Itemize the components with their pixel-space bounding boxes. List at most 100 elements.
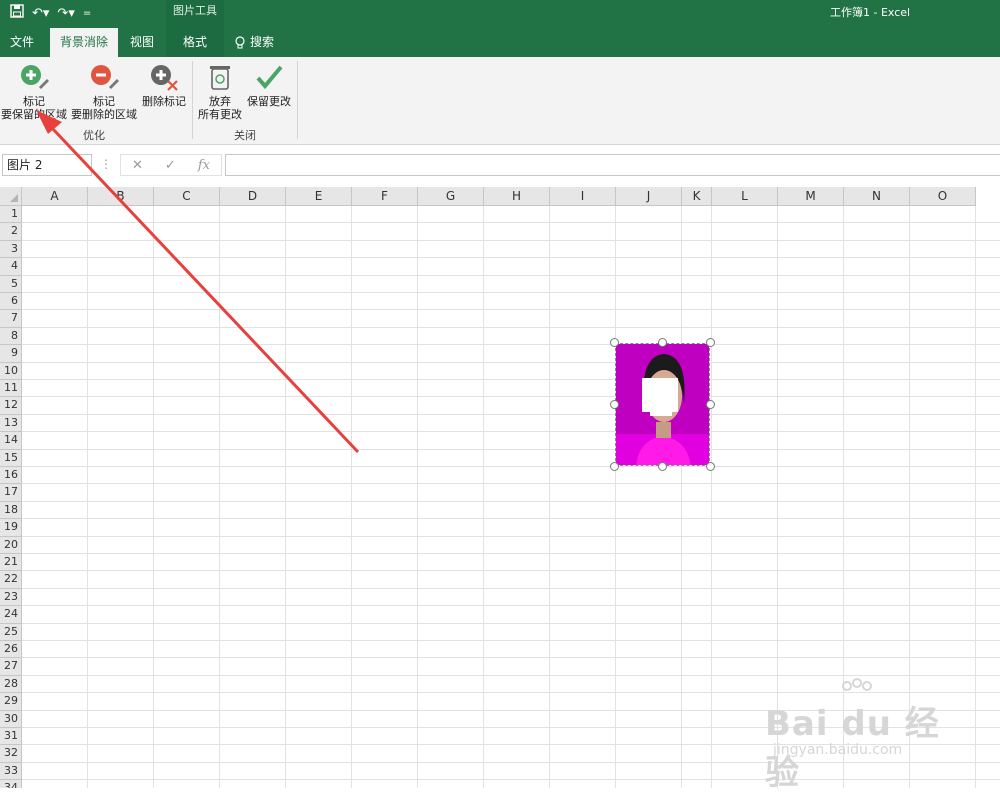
gridline — [22, 587, 1000, 589]
column-header[interactable]: F — [352, 187, 418, 206]
row-header[interactable]: 31 — [0, 728, 22, 746]
row-header[interactable]: 19 — [0, 519, 22, 537]
formula-input[interactable] — [225, 154, 1000, 176]
row-header[interactable]: 2 — [0, 223, 22, 241]
mark-keep-line2: 要保留的区域 — [1, 108, 67, 121]
resize-handle[interactable] — [706, 462, 715, 471]
row-header[interactable]: 16 — [0, 467, 22, 485]
column-header[interactable]: M — [778, 187, 844, 206]
keep-changes-button[interactable]: 保留更改 — [244, 61, 294, 108]
resize-handle[interactable] — [658, 338, 667, 347]
resize-handle[interactable] — [610, 462, 619, 471]
mark-remove-line1: 标记 — [93, 95, 115, 108]
column-header[interactable]: E — [286, 187, 352, 206]
row-header[interactable]: 4 — [0, 258, 22, 276]
enter-icon[interactable]: ✓ — [165, 158, 176, 173]
gridline — [22, 640, 1000, 641]
gridline — [22, 483, 1000, 485]
row-header[interactable]: 9 — [0, 345, 22, 363]
ribbon-tabs: 文件 背景消除 视图 格式 搜索 — [0, 28, 1000, 57]
gridline — [22, 674, 1000, 676]
gridline — [22, 622, 1000, 624]
gridline — [22, 361, 1000, 363]
tab-view[interactable]: 视图 — [120, 28, 164, 57]
selected-picture[interactable] — [615, 343, 710, 466]
row-header[interactable]: 11 — [0, 380, 22, 398]
row-header[interactable]: 29 — [0, 693, 22, 711]
row-header[interactable]: 32 — [0, 745, 22, 763]
resize-handle[interactable] — [706, 400, 715, 409]
row-header[interactable]: 20 — [0, 536, 22, 554]
row-header[interactable]: 6 — [0, 293, 22, 311]
column-header[interactable]: K — [682, 187, 712, 206]
gridline — [22, 274, 1000, 276]
row-header[interactable]: 17 — [0, 484, 22, 502]
column-header[interactable]: D — [220, 187, 286, 206]
column-header[interactable]: C — [154, 187, 220, 206]
row-header[interactable]: 13 — [0, 414, 22, 433]
customize-qat-icon[interactable]: = — [83, 5, 91, 23]
row-header[interactable]: 1 — [0, 206, 22, 224]
gridline — [22, 257, 1000, 259]
row-header[interactable]: 8 — [0, 327, 22, 346]
tell-me-search[interactable]: 搜索 — [234, 28, 274, 57]
row-header[interactable]: 12 — [0, 397, 22, 415]
column-header[interactable]: H — [484, 187, 550, 206]
redo-icon[interactable]: ↷▾ — [57, 5, 74, 23]
row-header[interactable]: 23 — [0, 588, 22, 607]
row-header[interactable]: 30 — [0, 710, 22, 728]
row-header[interactable]: 24 — [0, 606, 22, 624]
resize-handle[interactable] — [658, 462, 667, 471]
insert-function-icon[interactable]: fx — [198, 158, 210, 173]
gridline — [22, 326, 1000, 328]
gridline — [285, 206, 286, 788]
row-header[interactable]: 21 — [0, 554, 22, 572]
column-header[interactable]: J — [616, 187, 682, 206]
row-header[interactable]: 14 — [0, 432, 22, 450]
name-box[interactable]: 图片 2 — [2, 154, 92, 176]
row-header[interactable]: 18 — [0, 501, 22, 520]
undo-icon[interactable]: ↶▾ — [32, 5, 49, 23]
tab-file[interactable]: 文件 — [0, 28, 44, 57]
resize-handle[interactable] — [706, 338, 715, 347]
cancel-icon[interactable]: ✕ — [132, 158, 143, 173]
mark-areas-to-keep-button[interactable]: 标记 要保留的区域 — [0, 61, 68, 121]
select-all-corner[interactable] — [0, 187, 22, 206]
row-header[interactable]: 27 — [0, 658, 22, 676]
column-header[interactable]: O — [910, 187, 976, 206]
resize-handle[interactable] — [610, 400, 619, 409]
discard-all-changes-button[interactable]: 放弃 所有更改 — [196, 61, 244, 121]
plus-pencil-icon — [21, 65, 49, 89]
gridline — [22, 500, 1000, 502]
column-header[interactable]: A — [22, 187, 88, 206]
gridline — [483, 206, 484, 788]
row-header[interactable]: 3 — [0, 240, 22, 259]
tab-format[interactable]: 格式 — [166, 28, 224, 57]
delete-mark-button[interactable]: 删除标记 — [140, 61, 188, 108]
column-header[interactable]: L — [712, 187, 778, 206]
row-header[interactable]: 7 — [0, 310, 22, 328]
row-header[interactable]: 28 — [0, 675, 22, 694]
row-header[interactable]: 10 — [0, 362, 22, 380]
gridline — [219, 206, 220, 788]
save-icon[interactable] — [10, 4, 24, 24]
row-header[interactable]: 34 — [0, 780, 22, 788]
gridline — [351, 206, 352, 788]
gridline — [87, 206, 88, 788]
row-header[interactable]: 33 — [0, 762, 22, 781]
column-header[interactable]: G — [418, 187, 484, 206]
tab-background-removal[interactable]: 背景消除 — [50, 28, 118, 57]
column-header[interactable]: I — [550, 187, 616, 206]
formula-bar-grip[interactable]: ⋮ — [100, 157, 112, 171]
row-header[interactable]: 22 — [0, 571, 22, 589]
baidu-watermark: Bai du 经验 jingyan.baidu.com — [765, 678, 965, 793]
row-header[interactable]: 26 — [0, 641, 22, 659]
row-header[interactable]: 5 — [0, 275, 22, 293]
mark-areas-to-remove-button[interactable]: 标记 要删除的区域 — [70, 61, 138, 121]
resize-handle[interactable] — [610, 338, 619, 347]
row-header[interactable]: 15 — [0, 449, 22, 467]
column-header[interactable]: B — [88, 187, 154, 206]
column-header[interactable]: N — [844, 187, 910, 206]
ribbon: 标记 要保留的区域 标记 要删除的区域 删除标记 优化 放弃 所有更改 保留更改… — [0, 57, 1000, 145]
row-header[interactable]: 25 — [0, 623, 22, 641]
